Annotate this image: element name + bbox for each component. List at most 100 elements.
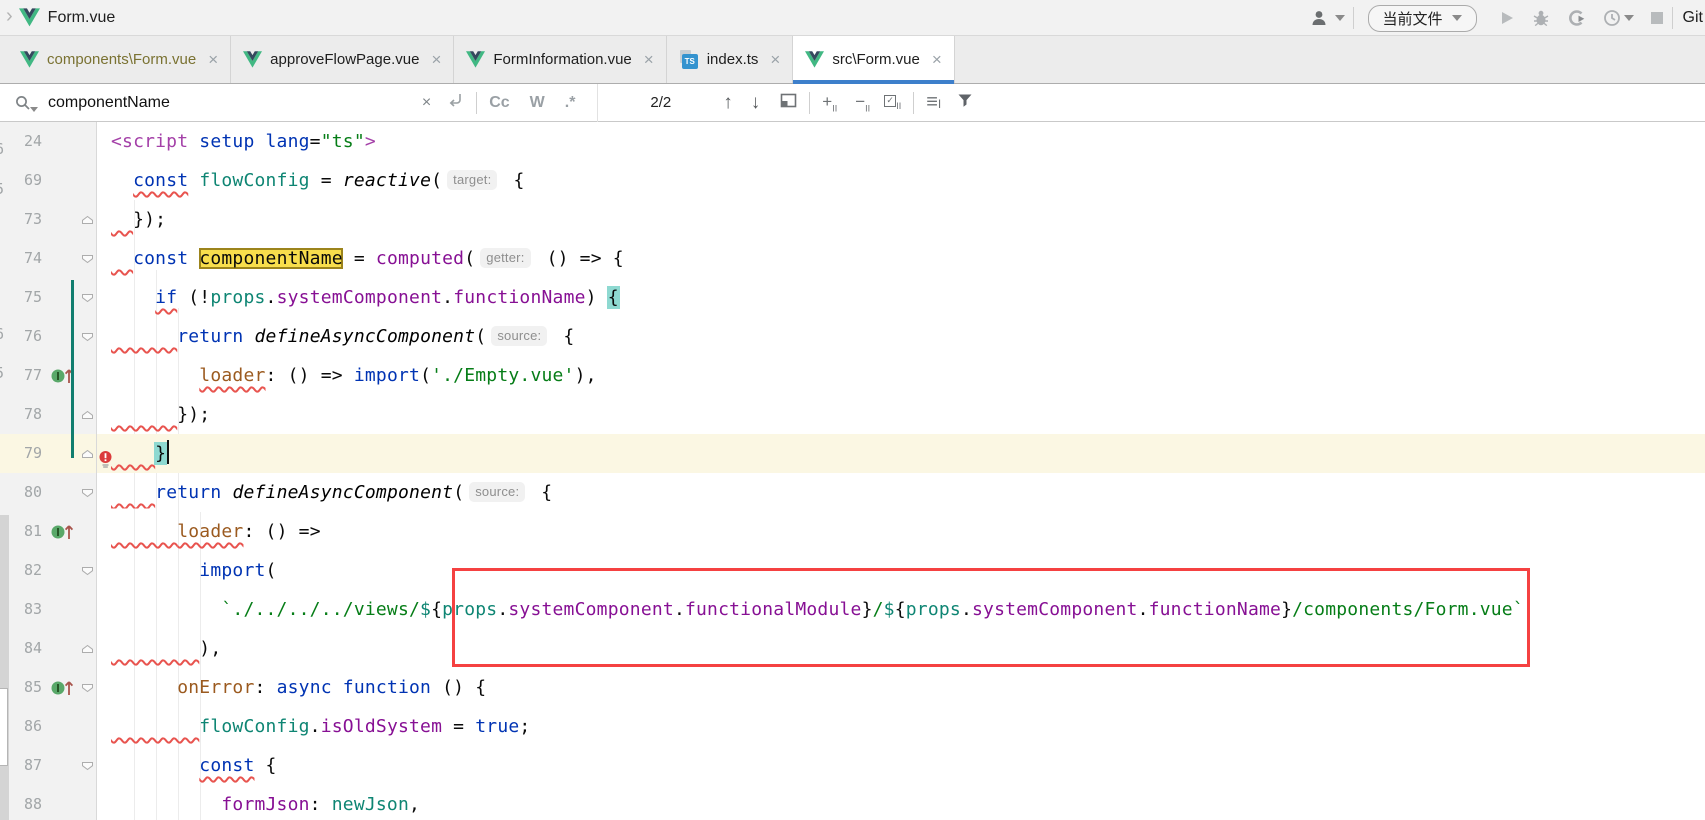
select-all-occurrences-icon[interactable]: ✓II [884, 95, 901, 111]
code-text[interactable]: const componentName = computed(getter: (… [97, 239, 1705, 278]
code-line-77[interactable]: 77 loader: () => import('./Empty.vue'), [0, 356, 1705, 395]
code-line-81[interactable]: 81 loader: () => [0, 512, 1705, 551]
code-line-87[interactable]: 87 const { [0, 746, 1705, 785]
fold-start-icon[interactable] [78, 278, 97, 317]
code-text[interactable]: const { [97, 746, 1705, 785]
run-with-coverage-icon[interactable] [1603, 9, 1634, 27]
code-line-83[interactable]: 83 `./../../../views/${props.systemCompo… [0, 590, 1705, 629]
code-text[interactable]: }); [97, 395, 1705, 434]
fold-start-icon[interactable] [78, 317, 97, 356]
tab-approveflowpage-vue[interactable]: approveFlowPage.vue× [231, 36, 454, 83]
fold-start-icon[interactable] [78, 239, 97, 278]
gutter-spacer [48, 785, 78, 820]
code-text[interactable]: loader: () => import('./Empty.vue'), [97, 356, 1705, 395]
code-text[interactable]: } [97, 434, 1705, 473]
code-line-86[interactable]: 86 flowConfig.isOldSystem = true; [0, 707, 1705, 746]
line-number-77[interactable]: 77 [0, 356, 48, 395]
code-line-73[interactable]: 73 }); [0, 200, 1705, 239]
code-editor[interactable]: 24<script setup lang="ts">69 const flowC… [0, 122, 1705, 820]
fold-start-icon[interactable] [78, 668, 97, 707]
previous-match-icon[interactable]: ↑ [723, 92, 733, 114]
code-line-78[interactable]: 78 }); [0, 395, 1705, 434]
search-everywhere-lines-icon[interactable]: ≡I [926, 91, 941, 114]
close-tab-icon[interactable]: × [644, 50, 654, 70]
line-number-74[interactable]: 74 [0, 239, 48, 278]
code-text[interactable]: if (!props.systemComponent.functionName)… [97, 278, 1705, 317]
search-input[interactable]: componentName [48, 94, 170, 112]
code-line-85[interactable]: 85 onError: async function () { [0, 668, 1705, 707]
tab-forminformation-vue[interactable]: FormInformation.vue× [454, 36, 666, 83]
run-configuration-button[interactable]: 当前文件 [1368, 5, 1477, 32]
gutter-spacer [48, 629, 78, 668]
add-occurrence-icon[interactable]: +II [822, 92, 837, 113]
fold-spacer [78, 785, 97, 820]
fold-end-icon[interactable] [78, 434, 97, 473]
code-text[interactable]: `./../../../views/${props.systemComponen… [97, 590, 1705, 629]
line-number-78[interactable]: 78 [0, 395, 48, 434]
code-line-84[interactable]: 84 ), [0, 629, 1705, 668]
code-line-76[interactable]: 76 return defineAsyncComponent(source: { [0, 317, 1705, 356]
code-line-82[interactable]: 82 import( [0, 551, 1705, 590]
open-in-tool-window-icon[interactable] [780, 93, 797, 113]
code-text[interactable]: import( [97, 551, 1705, 590]
profiler-button[interactable] [1567, 9, 1587, 27]
clear-search-icon[interactable]: × [422, 94, 431, 112]
code-text[interactable]: <script setup lang="ts"> [97, 122, 1705, 161]
implementation-marker-icon[interactable] [48, 512, 78, 551]
code-line-75[interactable]: 75 if (!props.systemComponent.functionNa… [0, 278, 1705, 317]
code-text[interactable]: return defineAsyncComponent(source: { [97, 317, 1705, 356]
line-number-24[interactable]: 24 [0, 122, 48, 161]
newline-icon[interactable] [447, 92, 464, 113]
code-text[interactable]: loader: () => [97, 512, 1705, 551]
next-match-icon[interactable]: ↓ [751, 92, 761, 114]
line-number-79[interactable]: 79 [0, 434, 48, 473]
fold-end-icon[interactable] [78, 395, 97, 434]
filter-icon[interactable] [957, 93, 973, 113]
token: (! [177, 287, 210, 308]
line-number-76[interactable]: 76 [0, 317, 48, 356]
code-text[interactable]: const flowConfig = reactive(target: { [97, 161, 1705, 200]
code-line-80[interactable]: 80 return defineAsyncComponent(source: { [0, 473, 1705, 512]
close-tab-icon[interactable]: × [932, 50, 942, 70]
remove-occurrence-icon[interactable]: −II [855, 92, 870, 113]
code-line-69[interactable]: 69 const flowConfig = reactive(target: { [0, 161, 1705, 200]
words-toggle[interactable]: W [530, 94, 545, 112]
code-line-88[interactable]: 88 formJson: newJson, [0, 785, 1705, 820]
line-number-69[interactable]: 69 [0, 161, 48, 200]
line-number-75[interactable]: 75 [0, 278, 48, 317]
tab-index-ts[interactable]: TSindex.ts× [667, 36, 794, 83]
implementation-marker-icon[interactable] [48, 668, 78, 707]
close-tab-icon[interactable]: × [431, 50, 441, 70]
code-line-24[interactable]: 24 <script setup lang="ts"> [0, 122, 1705, 161]
fold-start-icon[interactable] [78, 551, 97, 590]
token: systemComponent [277, 287, 443, 308]
tab-components-form-vue[interactable]: components\Form.vue× [8, 36, 231, 83]
close-tab-icon[interactable]: × [770, 50, 780, 70]
fold-start-icon[interactable] [78, 746, 97, 785]
search-icon[interactable] [14, 94, 38, 112]
match-case-toggle[interactable]: Cc [489, 94, 509, 112]
tab-src-form-vue[interactable]: src\Form.vue× [793, 36, 954, 83]
run-button[interactable] [1499, 10, 1515, 26]
code-text[interactable]: onError: async function () { [97, 668, 1705, 707]
code-text[interactable]: flowConfig.isOldSystem = true; [97, 707, 1705, 746]
token: <script [111, 131, 188, 152]
user-account-icon[interactable] [1310, 9, 1345, 27]
regex-toggle[interactable]: .* [565, 94, 576, 112]
code-text[interactable]: ), [97, 629, 1705, 668]
close-tab-icon[interactable]: × [208, 50, 218, 70]
token: ( [420, 365, 431, 386]
fold-end-icon[interactable] [78, 629, 97, 668]
stop-button[interactable] [1650, 11, 1664, 25]
git-menu[interactable]: Git [1683, 9, 1703, 27]
line-number-80[interactable]: 80 [0, 473, 48, 512]
code-text[interactable]: formJson: newJson, [97, 785, 1705, 820]
fold-start-icon[interactable] [78, 473, 97, 512]
debug-button[interactable] [1531, 9, 1551, 27]
line-number-73[interactable]: 73 [0, 200, 48, 239]
code-line-79[interactable]: 79 } [0, 434, 1705, 473]
code-text[interactable]: }); [97, 200, 1705, 239]
code-text[interactable]: return defineAsyncComponent(source: { [97, 473, 1705, 512]
code-line-74[interactable]: 74 const componentName = computed(getter… [0, 239, 1705, 278]
fold-end-icon[interactable] [78, 200, 97, 239]
